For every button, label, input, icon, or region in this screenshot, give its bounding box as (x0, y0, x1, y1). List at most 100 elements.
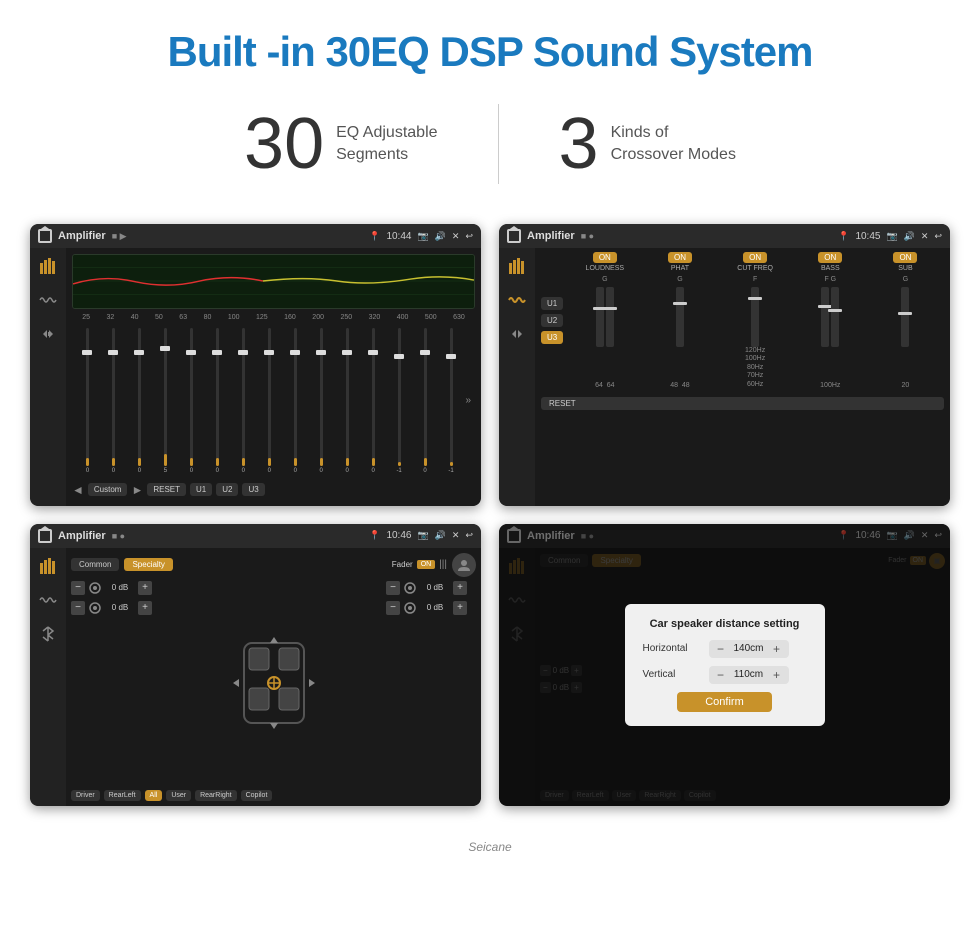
confirm-button[interactable]: Confirm (677, 692, 772, 712)
location-icon-1: 📍 (369, 231, 380, 242)
filter-icon[interactable] (507, 256, 527, 276)
screen-crossover: Amplifier ■ ● 📍 10:45 📷 🔊 ✕ ↩ (499, 224, 950, 506)
sidebar-2 (499, 248, 535, 506)
user-icon[interactable] (452, 553, 476, 577)
right-top-plus[interactable]: + (453, 581, 467, 595)
horizontal-plus[interactable]: + (771, 642, 783, 656)
horizontal-row: Horizontal − 140cm + (643, 640, 807, 658)
status-bar-2: Amplifier ■ ● 📍 10:45 📷 🔊 ✕ ↩ (499, 224, 950, 248)
screens-grid: Amplifier ■ ▶ 📍 10:44 📷 🔊 ✕ ↩ (0, 214, 980, 836)
bt-icon[interactable] (38, 624, 58, 644)
home-icon-3[interactable] (38, 529, 52, 543)
left-bot-plus[interactable]: + (138, 601, 152, 615)
cutfreq-toggle[interactable]: ON (743, 252, 767, 263)
crossover-label-2: Crossover Modes (611, 144, 736, 166)
right-bot-plus[interactable]: + (453, 601, 467, 615)
phat-label: PHAT (671, 265, 689, 272)
driver-btn[interactable]: Driver (71, 790, 100, 801)
time-3: 10:46 (386, 530, 411, 541)
loudness-toggle[interactable]: ON (593, 252, 617, 263)
back-icon-3: ↩ (465, 530, 473, 541)
app-title-1: Amplifier (58, 230, 106, 242)
screen-dialog: Amplifier ■ ● 📍 10:46 📷 🔊 ✕ ↩ (499, 524, 950, 806)
watermark: Seicane (0, 836, 980, 864)
eq-curve (72, 254, 475, 309)
u1-btn[interactable]: U1 (190, 483, 212, 496)
eq-sliders: 0 0 0 5 0 0 0 0 0 0 0 0 -1 0 -1 (72, 326, 475, 476)
eq-label-2: Segments (336, 144, 437, 166)
eq-icon[interactable] (38, 256, 58, 276)
stats-row: 30 EQ Adjustable Segments 3 Kinds of Cro… (0, 94, 980, 214)
user-btn[interactable]: User (166, 790, 191, 801)
sidebar-3 (30, 548, 66, 806)
u3-btn[interactable]: U3 (242, 483, 264, 496)
eq-stat: 30 EQ Adjustable Segments (184, 108, 498, 180)
back-icon-1: ↩ (465, 231, 473, 242)
right-top-minus[interactable]: − (386, 581, 400, 595)
crossover-panel: U1 U2 U3 ON LOUDNESS G (535, 248, 950, 506)
rearright-btn[interactable]: RearRight (195, 790, 237, 801)
left-top-db: − 0 dB + (71, 581, 161, 595)
play-btn[interactable]: ► (131, 483, 143, 497)
camera-icon-1: 📷 (417, 231, 428, 242)
vertical-plus[interactable]: + (771, 668, 783, 682)
close-icon-3: ✕ (452, 530, 460, 541)
eq-icon-3[interactable] (38, 556, 58, 576)
left-bot-db-val: 0 dB (105, 603, 135, 612)
distance-dialog: Car speaker distance setting Horizontal … (625, 604, 825, 726)
wave-icon-3[interactable] (38, 590, 58, 610)
horizontal-ctrl: − 140cm + (709, 640, 789, 658)
u1-preset[interactable]: U1 (541, 297, 563, 310)
right-bot-minus[interactable]: − (386, 601, 400, 615)
camera-icon-2: 📷 (886, 231, 897, 242)
left-top-minus[interactable]: − (71, 581, 85, 595)
vol-icon-2[interactable] (507, 324, 527, 344)
vertical-ctrl: − 110cm + (709, 666, 789, 684)
volume-icon-1: 🔊 (435, 231, 446, 242)
eq-panel: 2532405063 80100125160200 25032040050063… (66, 248, 481, 506)
common-tab[interactable]: Common (71, 558, 119, 571)
zone-buttons: Driver RearLeft All User RearRight Copil… (71, 790, 476, 801)
freq-labels: 2532405063 80100125160200 25032040050063… (72, 313, 475, 322)
horizontal-label: Horizontal (643, 643, 703, 654)
rearleft-btn[interactable]: RearLeft (104, 790, 141, 801)
status-bar-3: Amplifier ■ ● 📍 10:46 📷 🔊 ✕ ↩ (30, 524, 481, 548)
wave-icon-2[interactable] (507, 290, 527, 310)
loudness-label: LOUDNESS (586, 265, 625, 272)
left-top-db-val: 0 dB (105, 583, 135, 592)
specialty-tab[interactable]: Specialty (124, 558, 172, 571)
fader-on[interactable]: ON (417, 560, 436, 569)
back-icon-2: ↩ (934, 231, 942, 242)
volume-icon-3: 🔊 (435, 530, 446, 541)
left-top-plus[interactable]: + (138, 581, 152, 595)
volume-icon-2: 🔊 (904, 231, 915, 242)
close-icon-1: ✕ (452, 231, 460, 242)
wave-icon[interactable] (38, 290, 58, 310)
prev-btn[interactable]: ◄ (72, 483, 84, 497)
eq-label-1: EQ Adjustable (336, 122, 437, 144)
crossover-label-1: Kinds of (611, 122, 736, 144)
copilot-btn[interactable]: Copilot (241, 790, 273, 801)
sidebar-1 (30, 248, 66, 506)
custom-btn[interactable]: Custom (88, 483, 128, 496)
u3-preset[interactable]: U3 (541, 331, 563, 344)
vertical-row: Vertical − 110cm + (643, 666, 807, 684)
home-icon-2[interactable] (507, 229, 521, 243)
bass-toggle[interactable]: ON (818, 252, 842, 263)
reset-btn-2[interactable]: RESET (541, 397, 944, 410)
confirm-area: Confirm (643, 692, 807, 712)
speaker-panel: Common Specialty Fader ON ||| (66, 548, 481, 806)
vertical-minus[interactable]: − (715, 668, 727, 682)
horizontal-minus[interactable]: − (715, 642, 727, 656)
left-bot-minus[interactable]: − (71, 601, 85, 615)
sub-toggle[interactable]: ON (893, 252, 917, 263)
reset-btn-1[interactable]: RESET (147, 483, 186, 496)
u2-preset[interactable]: U2 (541, 314, 563, 327)
vol-icon[interactable] (38, 324, 58, 344)
phat-toggle[interactable]: ON (668, 252, 692, 263)
screen-eq: Amplifier ■ ▶ 📍 10:44 📷 🔊 ✕ ↩ (30, 224, 481, 506)
u2-btn[interactable]: U2 (216, 483, 238, 496)
home-icon-1[interactable] (38, 229, 52, 243)
all-btn[interactable]: All (145, 790, 163, 801)
time-1: 10:44 (386, 231, 411, 242)
